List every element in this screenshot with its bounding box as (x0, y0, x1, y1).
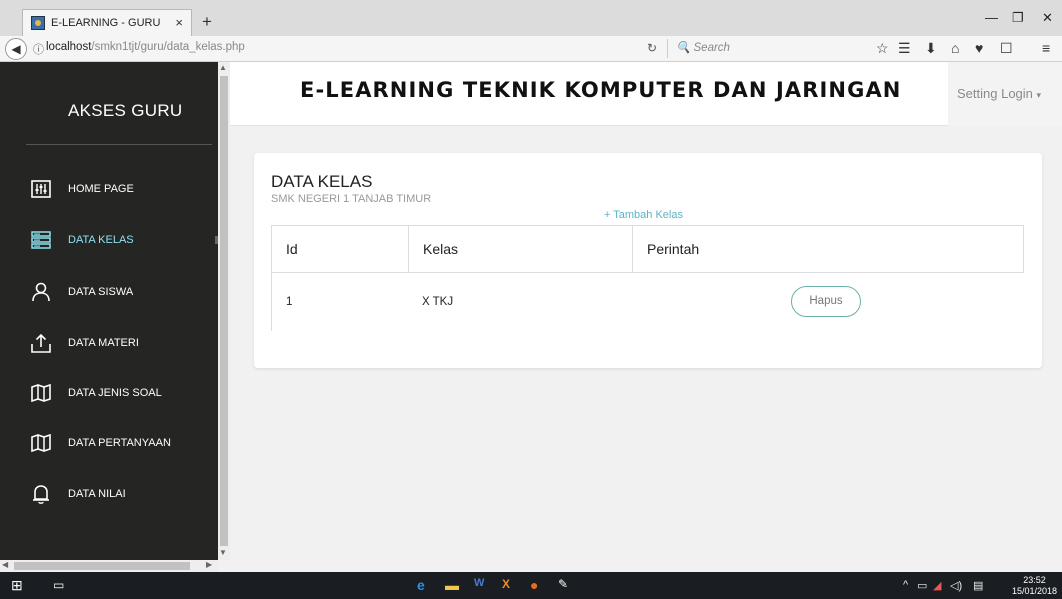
sidebar-item-label: HOME PAGE (68, 183, 134, 195)
sidebar-item-label: DATA NILAI (68, 488, 126, 500)
sidebar-item-home-page[interactable]: HOME PAGE (0, 174, 218, 204)
setting-login-label: Setting Login (957, 86, 1033, 101)
scrollbar-thumb[interactable] (14, 562, 190, 570)
sidebar-horizontal-scrollbar[interactable]: ◀ ▶ (0, 560, 218, 572)
sidebar-item-label: DATA KELAS (68, 234, 134, 246)
windows-taskbar: ⊞ ▭ e ▬ W X ● ✎ ^ ▭ ◢ ◁) ▤ 23:52 15/01/2… (0, 572, 1062, 599)
sidebar-item-data-kelas[interactable]: DATA KELAS (0, 225, 218, 255)
map-icon (31, 433, 51, 453)
word-icon[interactable]: W (474, 577, 484, 589)
site-title: E-LEARNING TEKNIK KOMPUTER DAN JARINGAN (300, 78, 902, 102)
site-favicon-icon (31, 16, 45, 30)
table-row: 1 X TKJ Hapus (271, 273, 1024, 331)
page-subtitle: SMK NEGERI 1 TANJAB TIMUR (271, 193, 432, 205)
battery-icon[interactable]: ▭ (917, 579, 927, 592)
browser-tab[interactable]: E-LEARNING - GURU × (22, 9, 192, 36)
bell-icon (33, 485, 49, 504)
window-close-icon[interactable]: ✕ (1042, 10, 1053, 26)
scroll-left-icon[interactable]: ◀ (2, 560, 8, 569)
table-header: Id Kelas Perintah (271, 225, 1024, 273)
cell-id: 1 (286, 296, 293, 308)
sidebar-item-label: DATA PERTANYAAN (68, 437, 171, 449)
sidebar-item-label: DATA MATERI (68, 337, 139, 349)
sidebar-divider (26, 144, 212, 145)
map-icon (31, 383, 51, 403)
back-arrow-icon[interactable]: ◀ (5, 38, 27, 60)
download-icon[interactable]: ⬇ (925, 40, 937, 57)
setting-login-dropdown[interactable]: Setting Login ▾ (948, 62, 1062, 126)
taskbar-clock[interactable]: 23:52 15/01/2018 (1012, 575, 1057, 597)
user-icon (32, 282, 50, 302)
delete-button[interactable]: Hapus (791, 286, 861, 317)
browser-nav-bar: ◀ ⓘ localhost/smkn1tjt/guru/data_kelas.p… (0, 36, 1062, 62)
file-explorer-icon[interactable]: ▬ (445, 577, 459, 593)
column-header-id: Id (286, 241, 298, 257)
class-table: Id Kelas Perintah 1 X TKJ Hapus (271, 225, 1024, 331)
scroll-up-icon[interactable]: ▲ (219, 63, 227, 72)
caret-down-icon: ▾ (1036, 90, 1042, 100)
page-title: DATA KELAS (271, 172, 373, 191)
upload-icon (31, 333, 51, 353)
page-header: E-LEARNING TEKNIK KOMPUTER DAN JARINGAN … (230, 62, 1062, 126)
sidebar-item-data-materi[interactable]: DATA MATERI (0, 328, 218, 358)
scroll-down-icon[interactable]: ▼ (219, 548, 227, 557)
address-bar[interactable]: localhost/smkn1tjt/guru/data_kelas.php (46, 41, 245, 53)
data-kelas-card: DATA KELAS SMK NEGERI 1 TANJAB TIMUR + T… (254, 153, 1042, 368)
browser-tab-bar: E-LEARNING - GURU × + — ❐ ✕ (0, 0, 1062, 36)
sidebar-item-label: DATA SISWA (68, 286, 134, 298)
browser-search-input[interactable]: 🔍 Search (667, 39, 862, 58)
reload-icon[interactable]: ↻ (647, 41, 657, 55)
sidebar-item-data-siswa[interactable]: DATA SISWA (0, 277, 218, 307)
server-icon (31, 231, 51, 249)
url-path: /smkn1tjt/guru/data_kelas.php (91, 41, 245, 53)
scrollbar-thumb[interactable] (220, 76, 228, 546)
sidebar-item-data-pertanyaan[interactable]: DATA PERTANYAAN (0, 428, 218, 458)
reading-list-icon[interactable]: ☰ (898, 40, 911, 57)
url-host: localhost (46, 41, 92, 53)
minimize-icon[interactable]: — (985, 10, 998, 25)
tray-chevron-icon[interactable]: ^ (903, 579, 908, 591)
scroll-right-icon[interactable]: ▶ (206, 560, 212, 569)
paint-icon[interactable]: ✎ (558, 577, 568, 591)
sidebar-item-data-nilai[interactable]: DATA NILAI (0, 479, 218, 509)
network-icon[interactable]: ◢ (933, 579, 941, 592)
clock-date: 15/01/2018 (1012, 586, 1058, 596)
notifications-icon[interactable]: ▤ (973, 579, 983, 592)
volume-icon[interactable]: ◁) (950, 579, 962, 592)
restore-icon[interactable]: ❐ (1012, 10, 1024, 26)
sliders-icon (31, 180, 51, 198)
firefox-icon[interactable]: ● (530, 577, 538, 593)
screenshot-icon[interactable]: ☐ (1000, 40, 1013, 57)
windows-start-icon[interactable]: ⊞ (11, 577, 23, 594)
clock-time: 23:52 (1023, 575, 1046, 585)
tab-title: E-LEARNING - GURU (51, 17, 161, 29)
column-header-perintah: Perintah (632, 226, 1024, 272)
home-icon[interactable]: ⌂ (951, 40, 959, 56)
xampp-icon[interactable]: X (502, 577, 510, 591)
bookmark-star-icon[interactable]: ☆ (876, 40, 889, 57)
add-class-link[interactable]: + Tambah Kelas (604, 209, 683, 221)
menu-icon[interactable]: ≡ (1042, 40, 1050, 56)
task-view-icon[interactable]: ▭ (53, 578, 64, 592)
pocket-icon[interactable]: ♥ (975, 40, 983, 56)
internet-explorer-icon[interactable]: e (417, 577, 425, 593)
column-header-kelas: Kelas (408, 226, 632, 272)
sidebar-item-label: DATA JENIS SOAL (68, 387, 162, 399)
info-icon[interactable]: ⓘ (33, 41, 44, 57)
tab-close-icon[interactable]: × (175, 15, 183, 30)
new-tab-icon[interactable]: + (202, 12, 212, 32)
sidebar-item-data-jenis-soal[interactable]: DATA JENIS SOAL (0, 378, 218, 408)
sidebar-brand: AKSES GURU (68, 101, 183, 120)
cell-kelas: X TKJ (422, 296, 454, 308)
search-placeholder: Search (693, 42, 730, 54)
sidebar-vertical-scrollbar[interactable]: ▲ ▼ (218, 62, 230, 560)
